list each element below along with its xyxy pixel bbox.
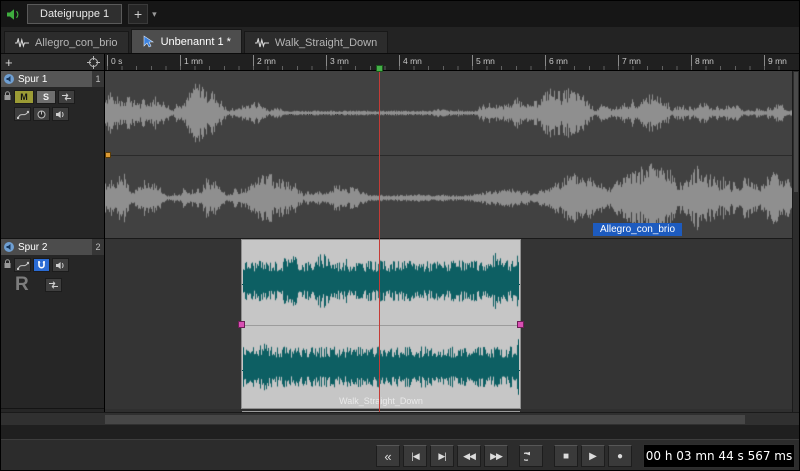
clip-right-waveform[interactable] [243,328,519,406]
time-ruler[interactable]: 0 s 1 mn 2 mn 3 mn 4 mn 5 mn 6 mn 7 mn 8… [105,54,799,71]
ruler-tick: 4 mn [399,55,422,70]
routing-button[interactable] [44,277,62,292]
monitor-icon[interactable] [3,241,15,253]
play-button[interactable]: ▶ [581,445,605,467]
audio-output-icon [6,8,21,21]
filegroup-dropdown-button[interactable]: ▾ [152,9,157,20]
routing-button[interactable] [58,90,75,104]
ruler-tick: 2 mn [253,55,276,70]
track-1-left-channel[interactable] [105,72,792,156]
add-filegroup-button[interactable]: + [128,4,149,24]
record-button[interactable]: ● [608,445,632,467]
tab-walk-straight-down[interactable]: Walk_Straight_Down [243,31,389,53]
track-1-header[interactable]: Spur 1 1 M S [1,71,104,239]
add-track-button[interactable]: + [5,56,13,69]
waveform-icon [254,37,269,48]
ruler-tick: 9 mn [764,55,787,70]
audio-clip-walk-straight-down[interactable]: Walk_Straight_Down [238,239,524,412]
tab-allegro-con-brio[interactable]: Allegro_con_brio [4,31,129,53]
fast-forward-button[interactable]: ▶▶ [484,445,508,467]
tab-label: Unbenannt 1 * [160,35,231,48]
filegroup-tab[interactable]: Dateigruppe 1 [27,4,123,24]
ruler-tick: 6 mn [545,55,568,70]
audio-editor-window: Dateigruppe 1 + ▾ Allegro_con_brio Unben… [0,0,800,471]
clip-left-channel[interactable] [242,242,520,326]
monitor-icon[interactable] [3,73,15,85]
track-number: 2 [92,239,104,255]
track-1-lane[interactable]: Allegro_con_brio [105,71,792,241]
transport-bar: « |◀ ▶| ◀◀ ▶▶ ■ ▶ ● 00 h 03 mn 44 s 567 … [1,439,799,470]
envelope-anchor-handle[interactable] [105,152,111,158]
track-number: 1 [92,71,104,87]
track-1-name-row[interactable]: Spur 1 1 [1,71,104,87]
speaker-button[interactable] [52,258,69,272]
edit-cursor-icon [142,35,155,48]
ruler-tick: 3 mn [326,55,349,70]
clip-name-label: Walk_Straight_Down [339,396,423,406]
timeline-area: 0 s 1 mn 2 mn 3 mn 4 mn 5 mn 6 mn 7 mn 8… [105,54,799,412]
tab-label: Walk_Straight_Down [274,36,378,49]
track-name: Spur 1 [18,73,48,85]
speaker-button[interactable] [52,107,69,121]
horizontal-scrollbar[interactable] [1,412,799,425]
document-tab-bar: Allegro_con_brio Unbenannt 1 * Walk_Stra… [1,27,799,54]
ruler-tick: 7 mn [618,55,641,70]
tab-unbenannt-1[interactable]: Unbenannt 1 * [130,29,242,53]
waveform-icon [15,37,29,48]
track-2-header[interactable]: Spur 2 2 R [1,239,104,409]
track-name: Spur 2 [18,241,48,253]
track-1-left-waveform[interactable] [105,72,792,154]
rewind-button[interactable]: ◀◀ [457,445,481,467]
time-display[interactable]: 00 h 03 mn 44 s 567 ms [643,444,795,468]
track-1-right-channel[interactable] [105,157,792,241]
vertical-scrollbar[interactable] [792,71,799,412]
go-to-start-button[interactable]: « [376,445,400,467]
previous-marker-button[interactable]: |◀ [403,445,427,467]
playback-cursor[interactable] [379,71,380,412]
focus-target-icon[interactable] [87,55,100,69]
track-panel-toolbar: + [1,54,104,71]
clip-name-label[interactable]: Allegro_con_brio [593,223,683,236]
clip-fade-handle-left[interactable] [238,321,245,328]
ruler-tick: 0 s [107,55,122,70]
playhead-marker[interactable] [376,65,383,72]
ruler-tick: 1 mn [180,55,203,70]
pan-knob-button[interactable] [33,107,50,121]
envelope-button[interactable] [14,107,31,121]
track-1-mini-column [1,87,14,121]
clip-left-waveform[interactable] [243,242,519,320]
stop-button[interactable]: ■ [554,445,578,467]
envelope-button[interactable] [14,258,31,272]
ruler-tick: 5 mn [472,55,495,70]
lock-icon[interactable] [3,259,12,269]
loop-button[interactable] [519,445,543,467]
track-control-panel: + Spur 1 1 M S Spur 2 2 R [1,54,105,412]
ruler-tick: 8 mn [691,55,714,70]
tracks-viewport[interactable]: Allegro_con_brio Walk_Straight_Down [105,71,792,412]
filegroup-bar: Dateigruppe 1 + ▾ [1,1,799,27]
track-2-mini-column [1,255,14,294]
clip-fade-handle-right[interactable] [517,321,524,328]
record-ready-indicator[interactable]: R [14,275,29,294]
track-2-lane[interactable]: Walk_Straight_Down [105,239,792,412]
mute-button[interactable]: M [14,90,34,104]
solo-button[interactable]: S [36,90,56,104]
status-strip [1,425,799,457]
next-marker-button[interactable]: ▶| [430,445,454,467]
montage-area: + Spur 1 1 M S Spur 2 2 R 0 s 1 mn 2 mn … [1,54,799,412]
tab-label: Allegro_con_brio [35,36,118,49]
snap-magnet-button[interactable] [33,258,50,272]
horizontal-scrollbar-thumb[interactable] [105,415,745,424]
track-1-right-waveform[interactable] [105,157,792,239]
vertical-scrollbar-thumb[interactable] [794,72,798,192]
lock-icon[interactable] [3,91,12,101]
track-2-name-row[interactable]: Spur 2 2 [1,239,104,255]
